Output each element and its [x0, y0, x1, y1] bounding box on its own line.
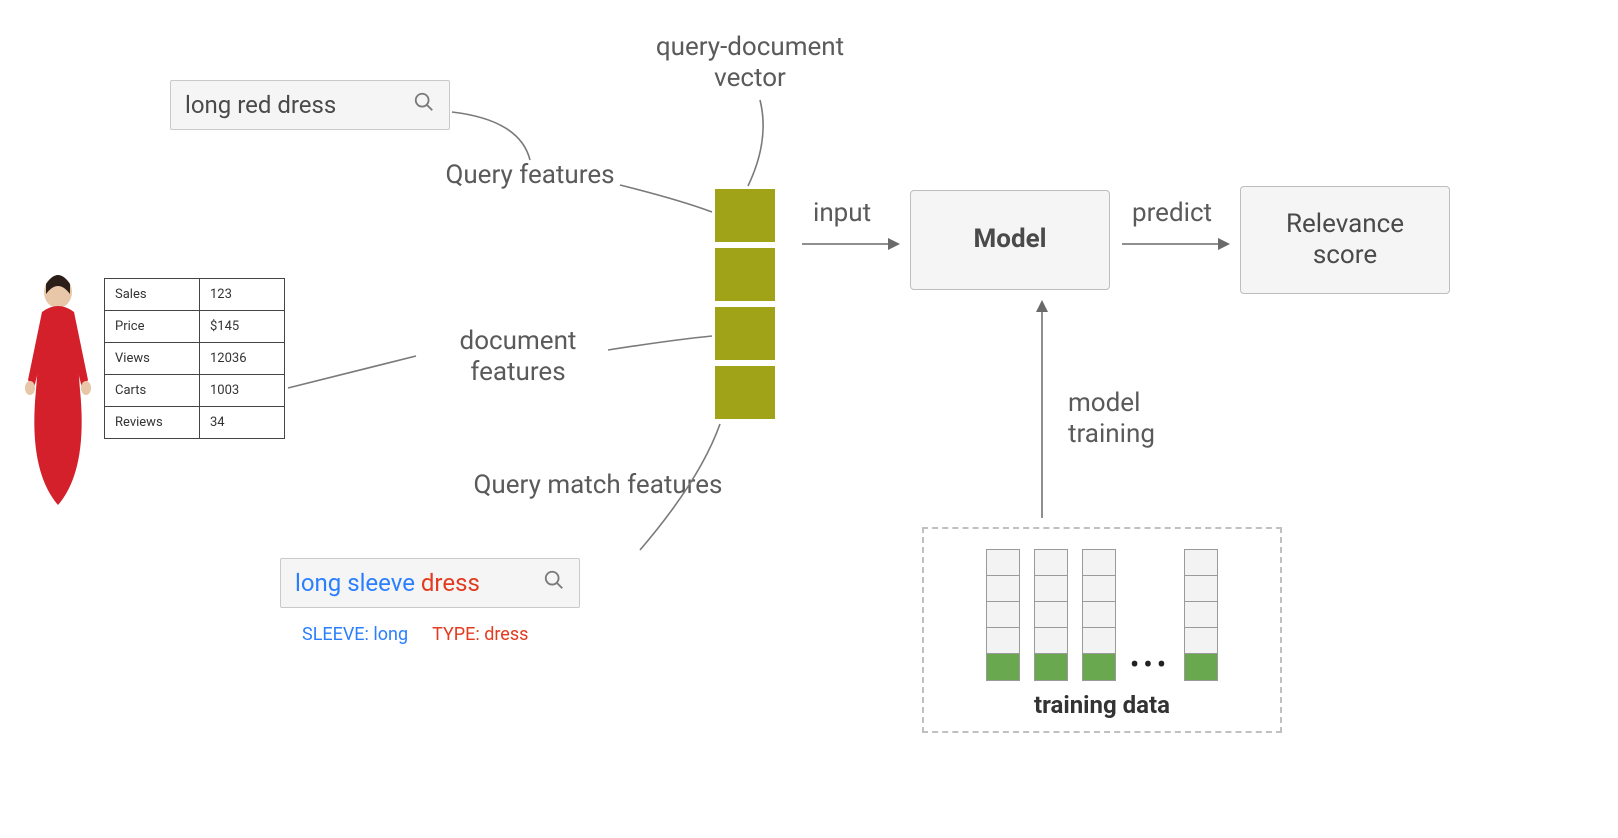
relevance-score-box: Relevance score — [1240, 186, 1450, 294]
attr-type: TYPE: dress — [432, 624, 528, 645]
table-key: Sales — [105, 279, 200, 311]
table-row: Reviews 34 — [105, 407, 285, 439]
attr-key: TYPE: — [432, 624, 480, 645]
table-row: Views 12036 — [105, 343, 285, 375]
table-key: Carts — [105, 375, 200, 407]
label-query-document-vector: query-document vector — [620, 32, 880, 94]
arrow-model-training — [1030, 300, 1054, 520]
feature-vector — [715, 189, 775, 419]
table-val: 12036 — [200, 343, 285, 375]
vector-block — [715, 366, 775, 419]
query-term-red: dress — [421, 569, 480, 597]
arrow-input — [800, 232, 900, 256]
search-query-bottom: long sleeve dress — [295, 569, 480, 597]
relevance-label: Relevance score — [1259, 209, 1431, 271]
query-attributes: SLEEVE: long TYPE: dress — [302, 624, 528, 645]
table-row: Sales 123 — [105, 279, 285, 311]
arrow-predict — [1120, 232, 1230, 256]
label-predict: predict — [1132, 198, 1212, 229]
attr-val: dress — [484, 624, 528, 645]
table-row: Carts 1003 — [105, 375, 285, 407]
table-val: 1003 — [200, 375, 285, 407]
search-box-top: long red dress — [170, 80, 450, 130]
table-val: 34 — [200, 407, 285, 439]
ellipsis-icon: ••• — [1130, 648, 1170, 681]
training-data-panel: ••• training data — [922, 527, 1282, 733]
label-input: input — [813, 198, 871, 229]
table-key: Reviews — [105, 407, 200, 439]
model-box: Model — [910, 190, 1110, 290]
table-key: Views — [105, 343, 200, 375]
attr-val: long — [373, 624, 408, 645]
training-vector — [1082, 549, 1116, 681]
label-model-training: model training — [1068, 388, 1198, 450]
product-image-dress — [18, 270, 98, 510]
table-val: 123 — [200, 279, 285, 311]
table-key: Price — [105, 311, 200, 343]
attr-sleeve: SLEEVE: long — [302, 624, 408, 645]
training-vector — [1184, 549, 1218, 681]
label-query-features: Query features — [420, 160, 640, 191]
search-query-top: long red dress — [185, 91, 336, 119]
label-query-match-features: Query match features — [438, 470, 758, 501]
training-vector — [986, 549, 1020, 681]
vector-block — [715, 307, 775, 360]
training-vector — [1034, 549, 1068, 681]
label-document-features: document features — [418, 326, 618, 388]
training-data-caption: training data — [948, 691, 1256, 719]
product-feature-table: Sales 123 Price $145 Views 12036 Carts 1… — [104, 278, 285, 439]
search-icon — [413, 91, 435, 119]
query-term-blue: long sleeve — [295, 569, 415, 597]
model-label: Model — [974, 224, 1047, 255]
vector-block — [715, 248, 775, 301]
search-icon — [543, 569, 565, 597]
table-row: Price $145 — [105, 311, 285, 343]
vector-block — [715, 189, 775, 242]
table-val: $145 — [200, 311, 285, 343]
search-box-bottom: long sleeve dress — [280, 558, 580, 608]
attr-key: SLEEVE: — [302, 624, 369, 645]
